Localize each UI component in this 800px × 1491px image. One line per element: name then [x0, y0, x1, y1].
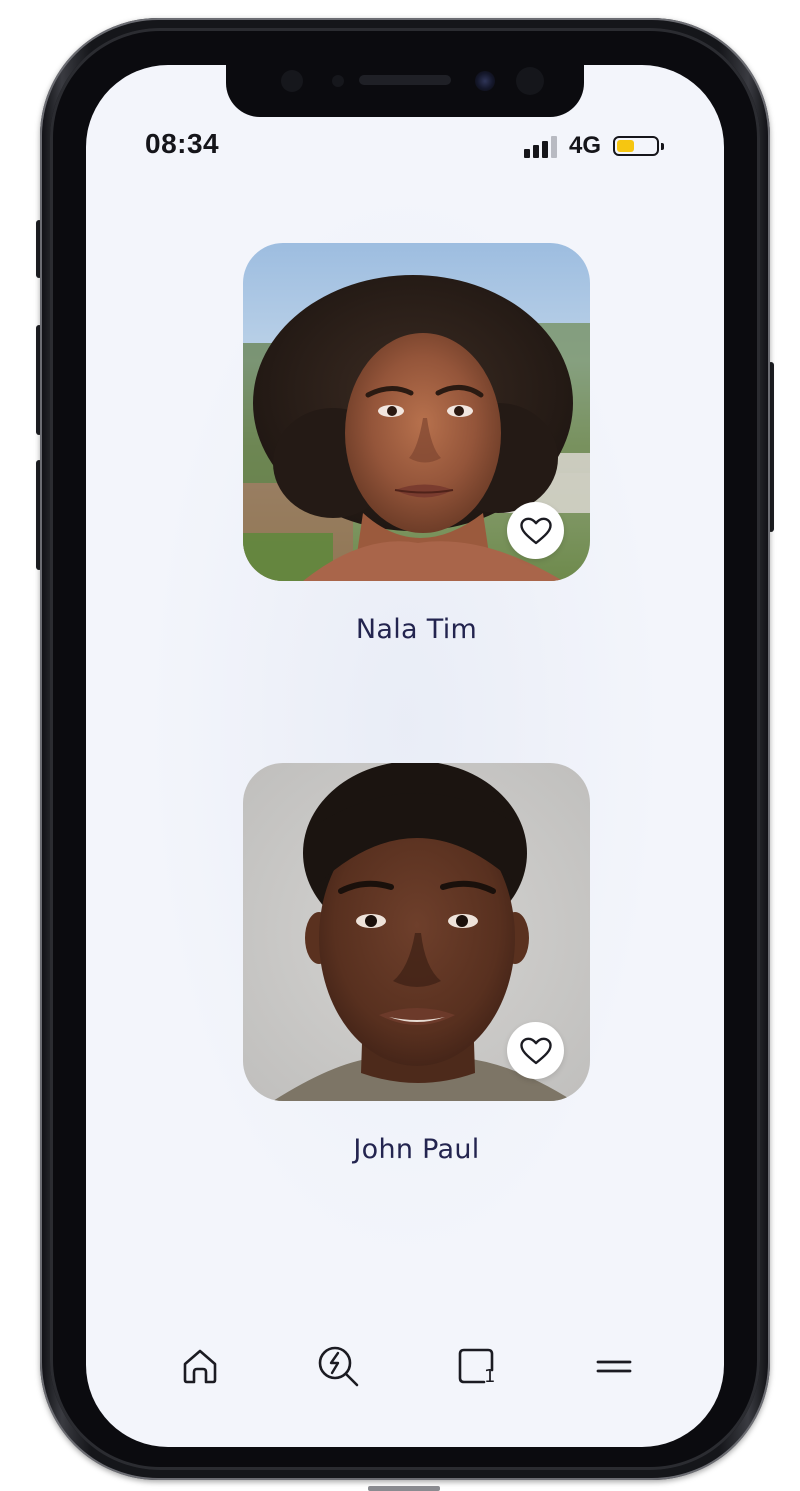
battery-icon	[613, 136, 665, 156]
battery-tip	[661, 143, 665, 150]
sensor-dot-right	[516, 67, 544, 95]
nav-menu[interactable]	[590, 1342, 638, 1390]
heart-icon	[519, 1037, 552, 1064]
profile-photo-2[interactable]	[243, 763, 590, 1101]
matches-badge-count: 1	[484, 1366, 496, 1387]
notch	[226, 65, 584, 117]
nav-home[interactable]	[176, 1342, 224, 1390]
profile-name-1[interactable]: Nala Tim	[243, 614, 590, 645]
sensor-dot	[281, 70, 303, 92]
heart-icon	[519, 517, 552, 544]
status-indicators: 4G	[524, 132, 665, 160]
like-button-1[interactable]	[507, 502, 564, 559]
sensor-dot-small	[332, 75, 344, 87]
like-button-2[interactable]	[507, 1022, 564, 1079]
profile-name-2[interactable]: John Paul	[243, 1134, 590, 1165]
status-time: 08:34	[145, 128, 220, 159]
earpiece-speaker	[359, 75, 451, 85]
signal-icon	[524, 134, 557, 158]
front-camera	[475, 71, 495, 91]
device-mockup: 08:34 4G Nala Tim John Paul 1	[0, 0, 800, 1491]
network-type: 4G	[569, 132, 602, 159]
home-icon	[183, 1349, 217, 1384]
home-indicator	[368, 1486, 440, 1491]
nav-discover[interactable]	[314, 1342, 362, 1390]
menu-icon	[596, 1360, 632, 1373]
search-lightning-icon	[318, 1346, 359, 1387]
nav-matches[interactable]: 1	[452, 1342, 500, 1390]
battery-level	[617, 140, 635, 152]
profile-photo-1[interactable]	[243, 243, 590, 581]
